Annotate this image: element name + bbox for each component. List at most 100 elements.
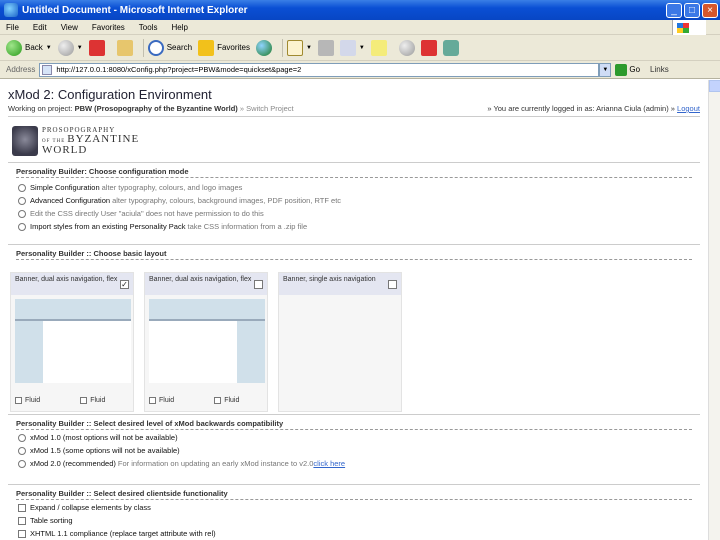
dashed-divider: [16, 429, 692, 430]
messenger-button[interactable]: [398, 38, 415, 58]
favorites-button[interactable]: Favorites: [198, 38, 250, 58]
layout-checkbox[interactable]: [254, 280, 263, 289]
media-button[interactable]: [255, 38, 272, 58]
radio-button[interactable]: [18, 196, 26, 205]
menu-edit[interactable]: Edit: [33, 23, 47, 32]
fluid-label: Fluid: [25, 397, 41, 404]
chevron-down-icon[interactable]: ▼: [46, 45, 52, 51]
pbw-logo: PROSOPOGRAPHY OF THE BYZANTINE WORLD: [12, 126, 139, 156]
edit-button[interactable]: ▼: [339, 38, 365, 58]
checkbox[interactable]: [15, 397, 22, 404]
menu-file[interactable]: File: [6, 23, 19, 32]
chevron-down-icon[interactable]: ▼: [359, 45, 365, 51]
forward-button[interactable]: ▼: [57, 38, 83, 58]
logout-link[interactable]: Logout: [677, 104, 700, 113]
menu-favorites[interactable]: Favorites: [92, 23, 125, 32]
option-label: Import styles from an existing Personali…: [30, 222, 186, 231]
back-button[interactable]: Back ▼: [6, 38, 52, 58]
checkbox[interactable]: [18, 516, 26, 525]
section-heading: Personality Builder :: Select desired cl…: [16, 489, 228, 498]
menu-tools[interactable]: Tools: [139, 23, 158, 32]
layout-card-1[interactable]: Banner, dual axis navigation, flex ✓ Flu…: [10, 272, 134, 412]
discuss-button[interactable]: [370, 38, 387, 58]
compat-option-2-0[interactable]: xMod 2.0 (recommended) For information o…: [18, 459, 345, 468]
layout-preview: [15, 299, 131, 385]
fluid-option[interactable]: Fluid: [149, 397, 174, 404]
mail-button[interactable]: ▼: [286, 38, 312, 58]
project-name: PBW (Prosopography of the Byzantine Worl…: [74, 104, 238, 113]
option-description: alter typography, colours, and logo imag…: [101, 183, 243, 192]
maximize-button[interactable]: □: [684, 2, 700, 18]
chevron-down-icon[interactable]: ▼: [77, 45, 83, 51]
go-button[interactable]: Go: [615, 63, 640, 76]
layout-card-2[interactable]: Banner, dual axis navigation, flex Fluid…: [144, 272, 268, 412]
scroll-up-button[interactable]: [709, 80, 720, 92]
checkbox[interactable]: [80, 397, 88, 404]
checkbox[interactable]: [18, 503, 26, 512]
card-header: Banner, dual axis navigation, flex ✓: [11, 273, 133, 295]
close-button[interactable]: ×: [702, 2, 718, 18]
search-icon: [147, 39, 164, 56]
radio-button[interactable]: [18, 433, 26, 442]
option-label: xMod 1.0 (most options will not be avail…: [30, 433, 178, 442]
radio-button[interactable]: [18, 183, 26, 192]
layout-checkbox[interactable]: [388, 280, 397, 289]
stop-button[interactable]: [88, 38, 105, 58]
card-header: Banner, single axis navigation: [279, 273, 401, 295]
section-heading: Personality Builder :: Select desired le…: [16, 419, 284, 428]
search-button[interactable]: Search: [147, 38, 192, 58]
plugin-button[interactable]: [442, 38, 459, 58]
mode-option-advanced[interactable]: Advanced Configuration alter typography,…: [18, 196, 341, 205]
dashed-divider: [16, 499, 692, 500]
card-header: Banner, dual axis navigation, flex: [145, 273, 267, 295]
compat-option-1-5[interactable]: xMod 1.5 (some options will not be avail…: [18, 446, 180, 455]
mode-option-css: Edit the CSS directly User "aciula" does…: [18, 209, 264, 218]
compat-option-1-0[interactable]: xMod 1.0 (most options will not be avail…: [18, 433, 178, 442]
chevron-down-icon[interactable]: ▼: [306, 45, 312, 51]
preview-right-column: [237, 321, 265, 383]
fluid-option[interactable]: Fluid: [80, 397, 105, 404]
option-label: Advanced Configuration: [30, 196, 111, 205]
radio-button[interactable]: [18, 446, 26, 455]
links-button[interactable]: Links: [650, 65, 669, 74]
client-option-xhtml[interactable]: XHTML 1.1 compliance (replace target att…: [18, 529, 216, 538]
menu-help[interactable]: Help: [171, 23, 187, 32]
switch-project-link[interactable]: » Switch Project: [240, 104, 294, 113]
home-button[interactable]: [116, 38, 133, 58]
edit-icon: [339, 39, 356, 56]
checkbox[interactable]: [18, 529, 26, 538]
menu-view[interactable]: View: [61, 23, 78, 32]
layout-checkbox[interactable]: ✓: [120, 280, 129, 289]
card-title: Banner, dual axis navigation, flex: [15, 276, 118, 283]
window-title: Untitled Document - Microsoft Internet E…: [22, 4, 248, 16]
fluid-option[interactable]: Fluid: [214, 397, 239, 404]
dashed-divider: [16, 177, 692, 178]
click-here-link[interactable]: click here: [313, 459, 345, 468]
layout-card-3[interactable]: Banner, single axis navigation: [278, 272, 402, 412]
checkbox[interactable]: [149, 397, 156, 404]
vertical-scrollbar[interactable]: [708, 80, 720, 540]
section-heading: Personality Builder :: Choose basic layo…: [16, 249, 167, 258]
checkbox[interactable]: [214, 397, 222, 404]
client-option-table-sort[interactable]: Table sorting: [18, 516, 73, 525]
option-label: XHTML 1.1 compliance (replace target att…: [30, 529, 216, 538]
fluid-label: Fluid: [90, 397, 106, 404]
mail-icon: [286, 39, 303, 56]
radio-button: [18, 209, 26, 218]
minimize-button[interactable]: _: [666, 2, 682, 18]
option-description: For information on updating an early xMo…: [117, 459, 314, 468]
address-dropdown-button[interactable]: ▼: [599, 62, 612, 77]
back-arrow-icon: [6, 39, 22, 56]
radio-button[interactable]: [18, 222, 26, 231]
option-description: alter typography, colours, background im…: [112, 196, 342, 205]
radio-button[interactable]: [18, 459, 26, 468]
print-button[interactable]: [317, 38, 334, 58]
mode-option-import[interactable]: Import styles from an existing Personali…: [18, 222, 307, 231]
fluid-option[interactable]: Fluid: [15, 397, 40, 404]
mode-option-simple[interactable]: Simple Configuration alter typography, c…: [18, 183, 242, 192]
puzzle-icon: [442, 39, 459, 56]
addon-button[interactable]: [420, 38, 437, 58]
login-info: » You are currently logged in as: Ariann…: [487, 104, 700, 113]
client-option-expand[interactable]: Expand / collapse elements by class: [18, 503, 151, 512]
address-input[interactable]: http://127.0.0.1:8080/xConfig.php?projec…: [39, 62, 600, 77]
